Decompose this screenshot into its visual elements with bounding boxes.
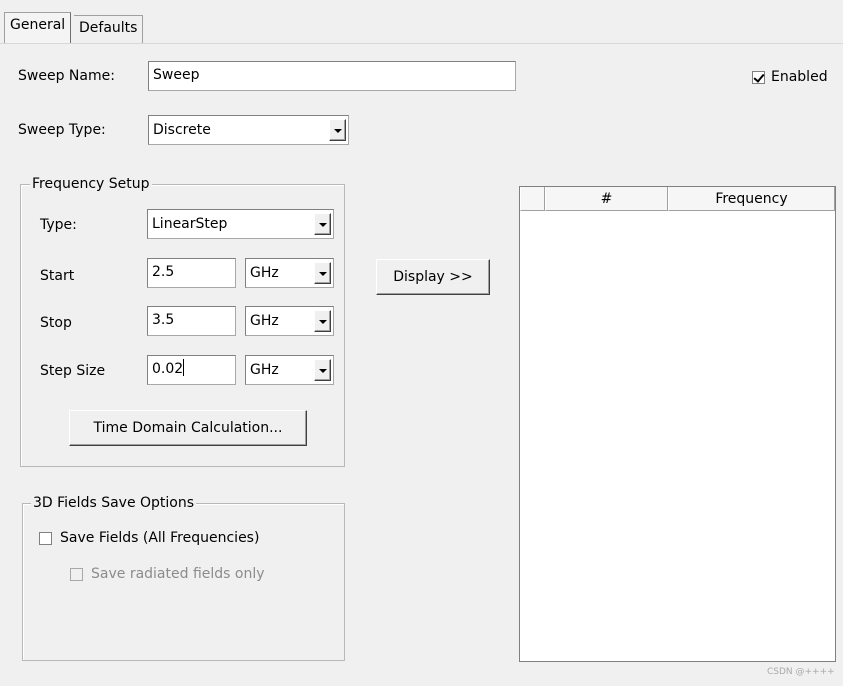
sweep-type-value: Discrete bbox=[153, 122, 211, 138]
stop-value: 3.5 bbox=[152, 312, 175, 328]
watermark: CSDN @++++ bbox=[767, 667, 835, 677]
enabled-label: Enabled bbox=[771, 69, 828, 85]
tab-defaults-label: Defaults bbox=[79, 20, 138, 36]
step-size-value: 0.02 bbox=[152, 361, 184, 377]
start-unit-value: GHz bbox=[250, 265, 279, 281]
frequency-setup-title: Frequency Setup bbox=[30, 176, 152, 192]
tab-general[interactable]: General bbox=[4, 12, 72, 43]
table-header-index-label: # bbox=[600, 191, 613, 207]
start-unit-select[interactable]: GHz bbox=[245, 258, 334, 288]
frequency-type-label: Type: bbox=[40, 217, 77, 233]
step-size-input[interactable]: 0.02 bbox=[147, 355, 236, 385]
display-button-label: Display >> bbox=[393, 269, 473, 285]
save-fields-checkbox[interactable] bbox=[39, 532, 52, 545]
step-size-unit-select[interactable]: GHz bbox=[245, 355, 334, 385]
chevron-down-icon[interactable] bbox=[314, 262, 331, 284]
time-domain-calculation-label: Time Domain Calculation... bbox=[93, 420, 283, 436]
save-radiated-label: Save radiated fields only bbox=[91, 566, 265, 582]
stop-unit-value: GHz bbox=[250, 313, 279, 329]
sweep-name-value: Sweep bbox=[153, 67, 200, 83]
stop-input[interactable]: 3.5 bbox=[147, 306, 236, 336]
start-value: 2.5 bbox=[152, 264, 175, 280]
frequency-type-select[interactable]: LinearStep bbox=[147, 209, 334, 239]
text-caret bbox=[183, 359, 185, 376]
fields-save-options-group bbox=[22, 503, 345, 661]
table-header-frequency-label: Frequency bbox=[715, 191, 788, 207]
chevron-down-icon[interactable] bbox=[314, 310, 331, 332]
chevron-down-icon[interactable] bbox=[329, 119, 346, 141]
sweep-name-label: Sweep Name: bbox=[18, 68, 115, 84]
sweep-type-select[interactable]: Discrete bbox=[148, 115, 349, 145]
start-input[interactable]: 2.5 bbox=[147, 258, 236, 288]
stop-unit-select[interactable]: GHz bbox=[245, 306, 334, 336]
step-size-unit-value: GHz bbox=[250, 362, 279, 378]
frequency-table[interactable]: # Frequency bbox=[519, 186, 836, 662]
save-radiated-checkbox[interactable] bbox=[70, 568, 83, 581]
time-domain-calculation-button[interactable]: Time Domain Calculation... bbox=[69, 410, 307, 446]
start-label: Start bbox=[40, 268, 75, 284]
tab-defaults[interactable]: Defaults bbox=[74, 15, 144, 43]
table-header-index[interactable]: # bbox=[545, 187, 668, 211]
chevron-down-icon[interactable] bbox=[314, 213, 331, 235]
sweep-type-label: Sweep Type: bbox=[18, 122, 106, 138]
step-size-label: Step Size bbox=[40, 363, 106, 379]
tab-general-label: General bbox=[10, 17, 66, 33]
tab-panel-border bbox=[0, 43, 843, 44]
fields-save-options-title: 3D Fields Save Options bbox=[31, 495, 197, 511]
save-fields-label: Save Fields (All Frequencies) bbox=[60, 530, 260, 546]
enabled-checkbox[interactable] bbox=[752, 71, 765, 84]
frequency-type-value: LinearStep bbox=[152, 216, 228, 232]
sweep-name-input[interactable]: Sweep bbox=[148, 61, 516, 91]
table-header-select[interactable] bbox=[520, 187, 545, 211]
table-header-frequency[interactable]: Frequency bbox=[668, 187, 835, 211]
display-button[interactable]: Display >> bbox=[376, 259, 490, 295]
chevron-down-icon[interactable] bbox=[314, 359, 331, 381]
stop-label: Stop bbox=[40, 315, 72, 331]
